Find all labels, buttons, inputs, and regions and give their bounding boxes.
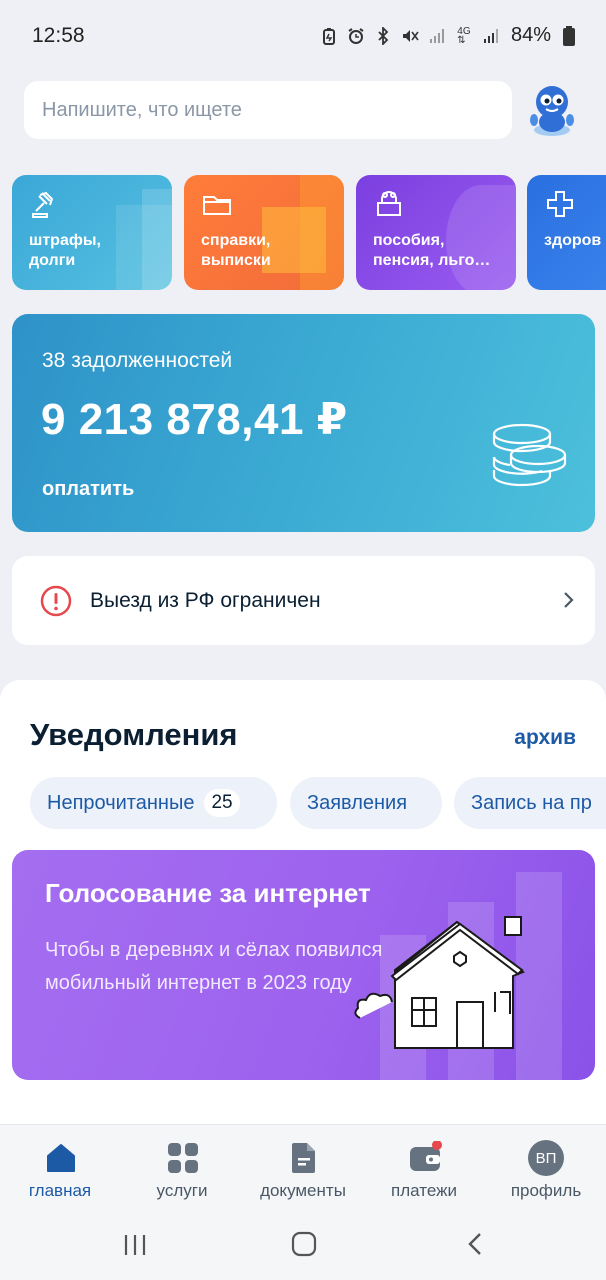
- chip-label: Запись на пр: [471, 791, 592, 814]
- system-navigation: [0, 1210, 606, 1280]
- nav-label: услуги: [156, 1181, 208, 1200]
- home-icon: [44, 1141, 78, 1175]
- signal-icon-2: [482, 27, 500, 45]
- tile-health[interactable]: здоров: [527, 175, 606, 290]
- battery-saver-icon: [320, 27, 338, 45]
- nav-label: документы: [260, 1181, 346, 1200]
- promo-title: Голосование за интернет: [45, 878, 371, 908]
- warning-icon: [40, 585, 72, 617]
- status-bar: 12:58 4G ⇅ 84%: [0, 0, 606, 72]
- debt-amount: 9 213 878,41 ₽: [41, 395, 348, 444]
- unread-count-badge: 25: [204, 789, 240, 817]
- notification-filters: Непрочитанные 25 Заявления Запись на пр: [30, 777, 606, 831]
- battery-percent: 84%: [510, 24, 551, 46]
- debt-card[interactable]: 38 задолженностей 9 213 878,41 ₽ оплатит…: [12, 314, 595, 532]
- nav-label: платежи: [391, 1181, 457, 1200]
- promo-text: Чтобы в деревнях и сёлах появился мобиль…: [45, 939, 383, 994]
- document-icon: [287, 1141, 321, 1175]
- chevron-right-icon: [561, 589, 577, 611]
- grid-icon: [166, 1141, 200, 1175]
- status-time: 12:58: [32, 24, 85, 47]
- alarm-icon: [347, 27, 365, 45]
- wallet-icon: [374, 189, 404, 219]
- bluetooth-icon: [374, 26, 392, 45]
- tile-label: штрафы, долги: [29, 232, 101, 269]
- chip-unread[interactable]: Непрочитанные 25: [30, 777, 277, 829]
- status-icons: 4G ⇅ 84%: [320, 24, 578, 47]
- tile-fines[interactable]: штрафы, долги: [12, 175, 172, 290]
- home-button-icon[interactable]: [284, 1230, 324, 1260]
- wallet-icon: [408, 1140, 442, 1175]
- chip-applications[interactable]: Заявления: [290, 777, 442, 829]
- notifications-panel: Уведомления архив Непрочитанные 25 Заявл…: [0, 680, 606, 1140]
- gavel-icon: [30, 189, 60, 219]
- search-box[interactable]: [24, 81, 512, 139]
- recent-apps-icon[interactable]: [115, 1230, 155, 1260]
- nav-payments[interactable]: платежи: [364, 1125, 484, 1211]
- avatar: ВП: [528, 1140, 564, 1176]
- chip-label: Непрочитанные: [47, 791, 195, 814]
- nav-profile[interactable]: ВП профиль: [486, 1125, 606, 1211]
- back-icon[interactable]: [456, 1230, 496, 1260]
- debt-count: 38 задолженностей: [42, 349, 233, 372]
- bottom-navigation: главная услуги документы платежи ВП проф…: [0, 1124, 606, 1210]
- search-input[interactable]: [42, 98, 512, 122]
- tile-benefits[interactable]: пособия, пенсия, льго…: [356, 175, 516, 290]
- house-illustration: [350, 910, 560, 1050]
- coins-icon: [482, 422, 572, 492]
- promo-card[interactable]: Голосование за интернет Чтобы в деревнях…: [12, 850, 595, 1080]
- nav-label: главная: [28, 1181, 92, 1200]
- tile-label: справки, выписки: [201, 232, 271, 269]
- pay-button[interactable]: оплатить: [42, 478, 134, 501]
- restriction-text: Выезд из РФ ограничен: [90, 589, 321, 612]
- archive-link[interactable]: архив: [514, 726, 576, 750]
- robot-assistant-icon[interactable]: [522, 80, 582, 140]
- nav-home[interactable]: главная: [0, 1125, 120, 1211]
- nav-documents[interactable]: документы: [243, 1125, 363, 1211]
- signal-icon: [428, 27, 446, 45]
- tile-label: здоров: [544, 232, 602, 249]
- nav-services[interactable]: услуги: [122, 1125, 242, 1211]
- battery-icon: [560, 25, 578, 46]
- folder-icon: [202, 189, 232, 219]
- mute-icon: [401, 27, 419, 45]
- quick-tiles: штрафы, долги справки, выписки пособия, …: [12, 175, 606, 291]
- notifications-title: Уведомления: [30, 717, 238, 752]
- tile-certificates[interactable]: справки, выписки: [184, 175, 344, 290]
- plus-icon: [545, 189, 575, 219]
- 4g-icon: 4G ⇅: [457, 25, 471, 46]
- chip-label: Заявления: [307, 791, 408, 814]
- exit-restriction-banner[interactable]: Выезд из РФ ограничен: [12, 556, 595, 645]
- nav-label: профиль: [510, 1181, 582, 1200]
- tile-label: пособия, пенсия, льго…: [373, 232, 491, 269]
- chip-appointments[interactable]: Запись на пр: [454, 777, 606, 829]
